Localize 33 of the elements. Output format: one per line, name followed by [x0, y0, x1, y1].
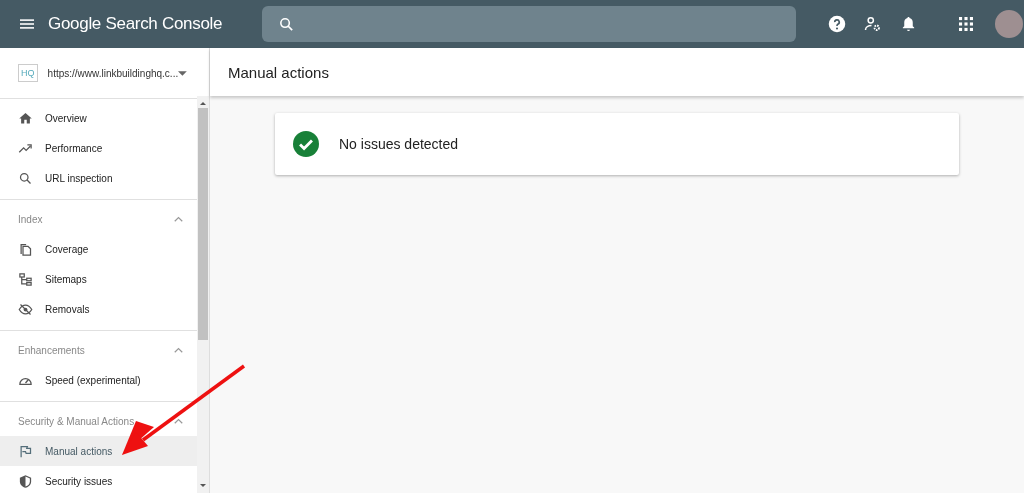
nav-item[interactable]: Removals	[0, 294, 197, 324]
shield-icon	[18, 473, 33, 489]
property-logo: HQ	[18, 64, 38, 82]
status-message: No issues detected	[339, 136, 459, 152]
bell-icon[interactable]	[900, 15, 917, 33]
nav-item[interactable]: Speed (experimental)	[0, 365, 197, 395]
nav-item[interactable]: URL inspection	[0, 163, 197, 193]
apps-icon[interactable]	[959, 17, 973, 31]
nav-item[interactable]: Overview	[0, 103, 197, 133]
product-title: Google Search Console	[48, 14, 224, 34]
section-header[interactable]: Enhancements	[0, 335, 197, 365]
nav-item[interactable]: Sitemaps	[0, 264, 197, 294]
nav-item[interactable]: Coverage	[0, 234, 197, 264]
nav-item[interactable]: Performance	[0, 133, 197, 163]
scrollbar[interactable]	[197, 96, 209, 493]
user-settings-icon[interactable]	[864, 15, 882, 33]
home-icon	[18, 110, 33, 126]
dropdown-caret-icon	[178, 70, 187, 76]
property-selector[interactable]: HQ https://www.linkbuildinghq.c...	[0, 48, 197, 99]
flag-icon	[18, 443, 33, 459]
nav-item[interactable]: Security issues	[0, 466, 197, 493]
eye-off-icon	[18, 301, 33, 317]
page-title: Manual actions	[228, 63, 329, 81]
search-field[interactable]	[262, 6, 796, 42]
search-icon	[18, 170, 33, 186]
sitemap-icon	[18, 271, 33, 287]
copy-icon	[18, 241, 33, 257]
help-icon[interactable]	[828, 15, 846, 33]
nav-item[interactable]: Manual actions	[0, 436, 197, 466]
section-header[interactable]: Security & Manual Actions	[0, 406, 197, 436]
menu-icon[interactable]	[20, 19, 34, 29]
search-icon	[278, 15, 295, 33]
section-header[interactable]: Index	[0, 204, 197, 234]
